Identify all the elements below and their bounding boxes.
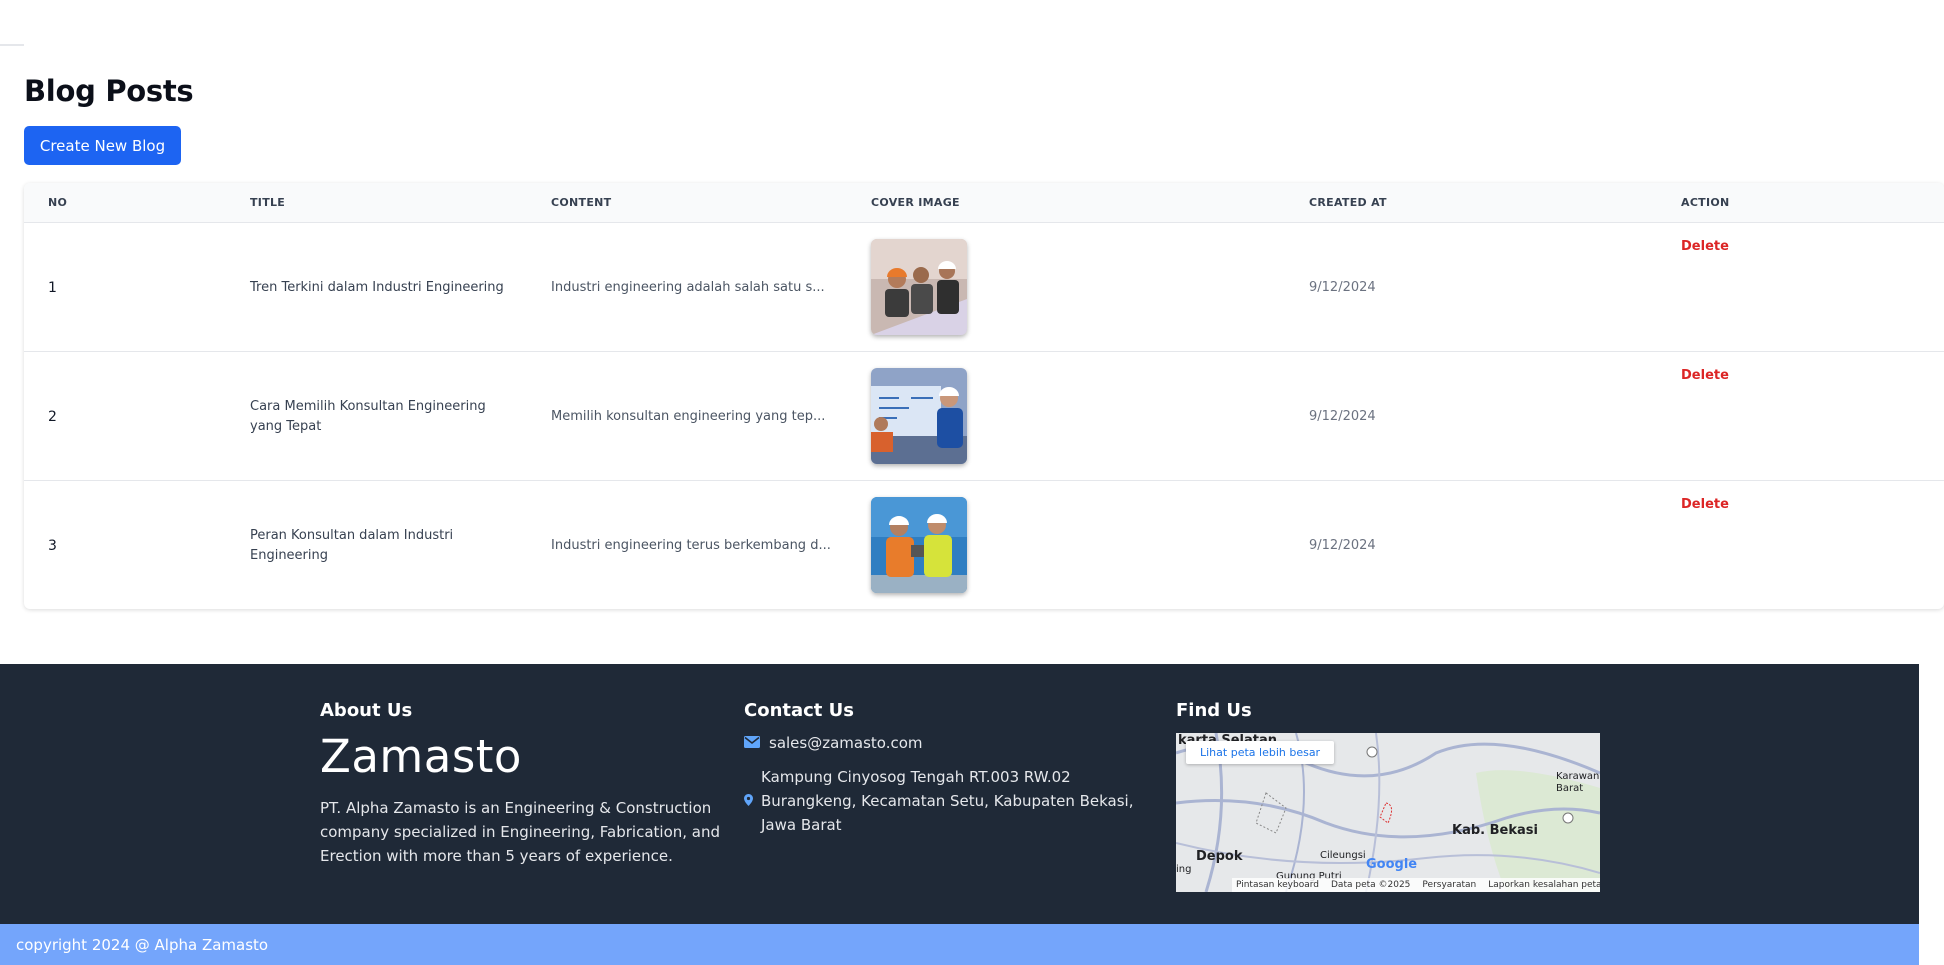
email-text: sales@zamasto.com xyxy=(769,734,923,752)
row-content: Industri engineering terus berkembang d.… xyxy=(551,538,831,553)
map-label: ing xyxy=(1176,864,1192,875)
table-row: 3 Peran Konsultan dalam Industri Enginee… xyxy=(24,480,1944,609)
find-heading: Find Us xyxy=(1176,700,1252,721)
footer-brand: Zamasto xyxy=(320,730,522,783)
row-content: Memilih konsultan engineering yang tep..… xyxy=(551,409,826,424)
google-logo: Google xyxy=(1366,857,1418,872)
header-no: NO xyxy=(48,196,68,209)
map-label: Cileungsi xyxy=(1320,850,1366,861)
header-created-at: CREATED AT xyxy=(1309,196,1387,209)
row-title: Tren Terkini dalam Industri Engineering xyxy=(250,279,504,295)
contact-address: Kampung Cinyosog Tengah RT.003 RW.02 Bur… xyxy=(744,765,1144,837)
map-label: Karawan Barat xyxy=(1556,771,1600,794)
header-cover-image: COVER IMAGE xyxy=(871,196,960,209)
delete-button[interactable]: Delete xyxy=(1681,239,1729,254)
delete-button[interactable]: Delete xyxy=(1681,368,1729,383)
contact-email: sales@zamasto.com xyxy=(744,734,923,752)
row-number: 1 xyxy=(48,279,57,296)
row-content: Industri engineering adalah salah satu s… xyxy=(551,280,825,295)
embedded-map[interactable]: karta Selatan Lihat peta lebih besar Kar… xyxy=(1176,733,1600,892)
contact-heading: Contact Us xyxy=(744,700,855,721)
cover-image xyxy=(871,239,967,335)
cover-image xyxy=(871,497,967,593)
map-label: Kab. Bekasi xyxy=(1452,823,1538,838)
page-title: Blog Posts xyxy=(24,74,194,108)
report-error-link[interactable]: Laporkan kesalahan peta xyxy=(1488,880,1600,890)
create-new-blog-button[interactable]: Create New Blog xyxy=(24,126,181,165)
view-larger-map-link[interactable]: Lihat peta lebih besar xyxy=(1186,741,1335,764)
row-title: Cara Memilih Konsultan Engineering yang … xyxy=(250,398,486,434)
table-row: 1 Tren Terkini dalam Industri Engineerin… xyxy=(24,222,1944,351)
row-created-at: 9/12/2024 xyxy=(1309,409,1376,424)
header-action: ACTION xyxy=(1681,196,1730,209)
map-pin-icon xyxy=(744,789,753,813)
row-title: Peran Konsultan dalam Industri Engineeri… xyxy=(250,527,454,563)
site-footer: About Us Zamasto PT. Alpha Zamasto is an… xyxy=(0,664,1919,924)
map-data-text: Data peta ©2025 xyxy=(1331,880,1411,890)
blog-posts-table: NO TITLE CONTENT COVER IMAGE CREATED AT … xyxy=(24,183,1944,609)
about-heading: About Us xyxy=(320,700,413,721)
map-attribution-bar: Pintasan keyboard Data peta ©2025 Persya… xyxy=(1232,878,1600,892)
envelope-icon xyxy=(744,734,760,752)
row-number: 3 xyxy=(48,537,57,554)
keyboard-shortcuts-link[interactable]: Pintasan keyboard xyxy=(1236,880,1319,890)
table-header: NO TITLE CONTENT COVER IMAGE CREATED AT … xyxy=(24,183,1944,222)
copyright-bar: copyright 2024 @ Alpha Zamasto xyxy=(0,924,1919,965)
row-created-at: 9/12/2024 xyxy=(1309,538,1376,553)
cover-image xyxy=(871,368,967,464)
address-text: Kampung Cinyosog Tengah RT.003 RW.02 Bur… xyxy=(761,768,1134,834)
table-row: 2 Cara Memilih Konsultan Engineering yan… xyxy=(24,351,1944,480)
delete-button[interactable]: Delete xyxy=(1681,497,1729,512)
header-title: TITLE xyxy=(250,196,286,209)
about-text: PT. Alpha Zamasto is an Engineering & Co… xyxy=(320,799,721,865)
map-label: Depok xyxy=(1196,849,1243,864)
terms-link[interactable]: Persyaratan xyxy=(1422,880,1476,890)
top-divider xyxy=(0,44,24,46)
row-number: 2 xyxy=(48,408,57,425)
copyright-text: copyright 2024 @ Alpha Zamasto xyxy=(16,935,269,954)
header-content: CONTENT xyxy=(551,196,612,209)
row-created-at: 9/12/2024 xyxy=(1309,280,1376,295)
